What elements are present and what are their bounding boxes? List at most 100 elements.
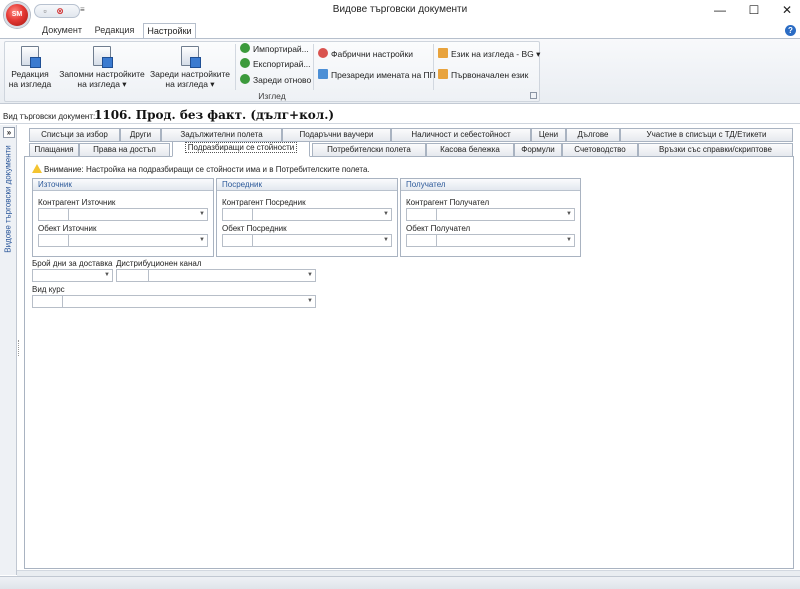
tab-selection-lists[interactable]: Списъци за избор — [29, 128, 120, 142]
minimize-button[interactable]: — — [703, 0, 737, 21]
tab-debts[interactable]: Дългове — [566, 128, 620, 142]
original-language-button[interactable]: Първоначален език — [438, 69, 528, 82]
source-panel-title: Източник — [33, 179, 213, 191]
tab-default-values[interactable]: Подразбиращи се стойности — [172, 141, 310, 157]
load-view-settings-icon — [181, 46, 201, 68]
warning-icon — [32, 164, 42, 173]
tab-accounting[interactable]: Счетоводство — [562, 143, 638, 157]
export-icon — [240, 58, 250, 68]
tab-formulas[interactable]: Формули — [514, 143, 562, 157]
delivery-days-combo[interactable]: ▼ — [32, 269, 113, 282]
edit-view-label-1: Редакция — [11, 69, 49, 79]
tab-default-values-label: Подразбиращи се стойности — [184, 142, 298, 153]
recipient-object-combo[interactable]: ▼ — [436, 234, 575, 247]
tab-gift-vouchers[interactable]: Подаръчни ваучери — [282, 128, 391, 142]
maximize-button[interactable]: ☐ — [737, 0, 771, 21]
reload-field-names-icon — [318, 69, 328, 79]
view-language-dropdown[interactable]: Език на изгледа - BG ▾ — [438, 48, 540, 61]
tab-other[interactable]: Други — [120, 128, 161, 142]
window-title: Видове търговски документи — [332, 4, 468, 15]
source-object-code-input[interactable] — [38, 234, 69, 247]
import-button[interactable]: Импортирай... — [240, 43, 309, 56]
save-view-settings-label-2: на изгледа ▾ — [77, 79, 127, 89]
chevron-down-icon: ▼ — [383, 237, 389, 243]
recipient-contractor-label: Контрагент Получател — [406, 198, 490, 207]
tab-user-fields[interactable]: Потребителски полета — [312, 143, 426, 157]
side-panel-title[interactable]: Видове търговски документи — [4, 137, 16, 262]
tab-list-participation[interactable]: Участие в списъци с ТД/Етикети — [620, 128, 793, 142]
intermediary-panel-title: Посредник — [217, 179, 397, 191]
original-language-icon — [438, 69, 448, 79]
reload-button[interactable]: Зареди отново — [240, 74, 311, 87]
ribbon-tab-document[interactable]: Документ — [36, 23, 88, 39]
original-language-label: Първоначален език — [451, 70, 529, 80]
ribbon-group-label: Изглед — [258, 91, 286, 101]
export-label: Експортирай... — [253, 59, 311, 69]
dialog-launcher-icon[interactable] — [530, 92, 537, 99]
edit-view-button[interactable]: Редакция на изгледа — [6, 46, 54, 89]
chevron-down-icon: ▼ — [104, 272, 110, 278]
course-type-combo[interactable]: ▼ — [62, 295, 316, 308]
tab-report-links[interactable]: Връзки със справки/скриптове — [638, 143, 793, 157]
tab-availability-cost[interactable]: Наличност и себестойност — [391, 128, 531, 142]
edit-view-icon — [21, 46, 41, 68]
course-type-code-input[interactable] — [32, 295, 63, 308]
chevron-down-icon: ▼ — [199, 237, 205, 243]
distribution-channel-combo[interactable]: ▼ — [148, 269, 316, 282]
edit-view-label-2: на изгледа — [8, 79, 52, 89]
import-label: Импортирай... — [253, 44, 309, 54]
ribbon-separator — [235, 44, 236, 90]
reload-field-names-label: Презареди имената на ПП — [331, 70, 436, 80]
recipient-object-code-input[interactable] — [406, 234, 437, 247]
tab-access-rights[interactable]: Права на достъп — [79, 143, 170, 157]
recipient-contractor-combo[interactable]: ▼ — [436, 208, 575, 221]
ribbon-separator — [433, 44, 434, 90]
source-contractor-code-input[interactable] — [38, 208, 69, 221]
tab-required-fields[interactable]: Задължителни полета — [161, 128, 282, 142]
close-icon: ✕ — [781, 3, 793, 17]
app-menu-button[interactable]: SM — [4, 2, 30, 28]
chevron-down-icon: ▼ — [566, 237, 572, 243]
load-view-settings-label-1: Зареди настройките — [150, 69, 230, 79]
load-view-settings-label-2: на изгледа ▾ — [165, 79, 215, 89]
save-view-settings-button[interactable]: Запомни настройките на изгледа ▾ — [56, 46, 148, 89]
intermediary-object-code-input[interactable] — [222, 234, 253, 247]
export-button[interactable]: Експортирай... — [240, 58, 311, 71]
source-object-label: Обект Източник — [38, 224, 97, 233]
intermediary-object-label: Обект Посредник — [222, 224, 287, 233]
load-view-settings-button[interactable]: Зареди настройките на изгледа ▾ — [148, 46, 232, 89]
ribbon-tab-edit[interactable]: Редакция — [88, 23, 141, 39]
intermediary-object-combo[interactable]: ▼ — [252, 234, 392, 247]
source-contractor-label: Контрагент Източник — [38, 198, 116, 207]
save-view-settings-label-1: Запомни настройките — [59, 69, 145, 79]
recipient-object-label: Обект Получател — [406, 224, 471, 233]
reload-icon — [240, 74, 250, 84]
help-icon[interactable]: ? — [785, 25, 796, 36]
distribution-channel-code-input[interactable] — [116, 269, 149, 282]
language-icon — [438, 48, 448, 58]
intermediary-contractor-label: Контрагент Посредник — [222, 198, 306, 207]
delivery-days-label: Брой дни за доставка — [32, 259, 113, 268]
reload-label: Зареди отново — [253, 75, 312, 85]
warning-message: Внимание: Настройка на подразбиращи се с… — [44, 165, 370, 174]
document-type-value: 1106. Прод. без факт. (дълг+кол.) — [94, 108, 335, 122]
chevron-down-icon: ▼ — [307, 298, 313, 304]
recipient-contractor-code-input[interactable] — [406, 208, 437, 221]
course-type-label: Вид курс — [32, 285, 65, 294]
tab-cash-receipt[interactable]: Касова бележка — [426, 143, 514, 157]
splitter-handle[interactable] — [18, 340, 21, 356]
status-bar — [0, 576, 800, 589]
source-object-combo[interactable]: ▼ — [68, 234, 208, 247]
close-button[interactable]: ✕ — [770, 0, 800, 21]
intermediary-contractor-code-input[interactable] — [222, 208, 253, 221]
ribbon-tab-settings[interactable]: Настройки — [143, 23, 196, 39]
tab-payments[interactable]: Плащания — [29, 143, 79, 157]
chevron-down-icon: ▼ — [307, 272, 313, 278]
recipient-panel-title: Получател — [401, 179, 580, 191]
intermediary-contractor-combo[interactable]: ▼ — [252, 208, 392, 221]
chevron-down-icon: ▼ — [566, 211, 572, 217]
source-contractor-combo[interactable]: ▼ — [68, 208, 208, 221]
factory-settings-button[interactable]: Фабрични настройки — [318, 48, 413, 61]
tab-prices[interactable]: Цени — [531, 128, 566, 142]
reload-field-names-button[interactable]: Презареди имената на ПП — [318, 69, 436, 82]
